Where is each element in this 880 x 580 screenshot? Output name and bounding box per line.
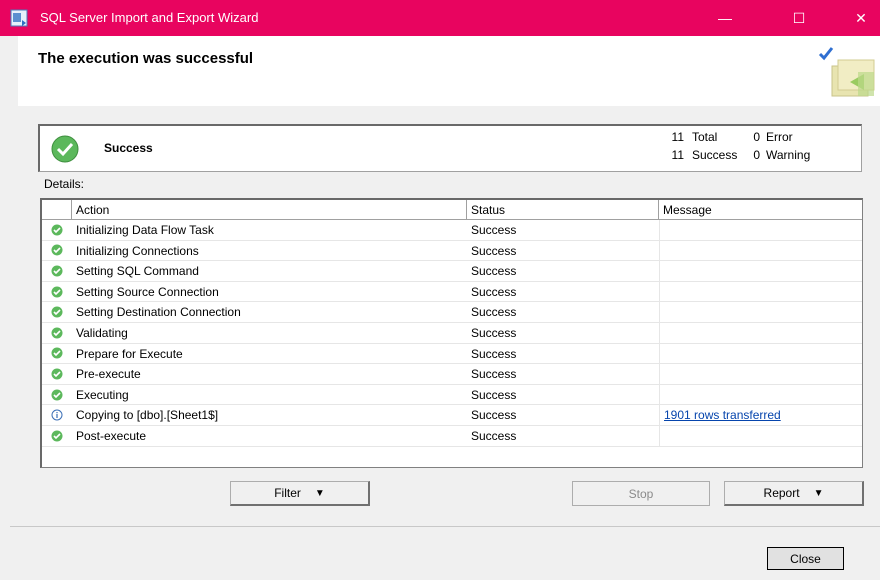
message-cell [659, 302, 859, 322]
success-check-icon [51, 327, 63, 339]
message-column-header[interactable]: Message [659, 200, 859, 219]
title-bar: SQL Server Import and Export Wizard — ☐ … [0, 0, 880, 36]
message-cell [659, 425, 859, 446]
message-cell [659, 384, 859, 405]
success-check-icon [51, 306, 63, 318]
action-cell: Setting Destination Connection [76, 305, 241, 320]
action-cell: Post-execute [76, 428, 147, 443]
details-label: Details: [44, 177, 85, 191]
dropdown-arrow-icon: ▼ [314, 487, 325, 499]
message-cell [659, 281, 859, 302]
status-cell: Success [471, 387, 517, 402]
table-row[interactable]: Pre-execute Success [42, 364, 862, 385]
warning-label: Warning [766, 148, 811, 162]
grid-header: Action Status Message [42, 200, 862, 220]
action-cell: Initializing Connections [76, 243, 199, 258]
error-label: Error [766, 130, 793, 144]
table-row[interactable]: Setting Destination Connection Success [42, 302, 862, 323]
summary-panel: Success 11 Total 0 Error 11 Success 0 Wa… [38, 124, 862, 172]
status-cell: Success [471, 367, 517, 382]
action-cell: Prepare for Execute [76, 346, 183, 361]
status-cell: Success [471, 284, 517, 299]
status-cell: Success [471, 325, 517, 340]
total-count: 11 [671, 130, 684, 144]
status-column-header[interactable]: Status [467, 200, 659, 219]
action-cell: Executing [76, 387, 129, 402]
status-cell: Success [471, 346, 517, 361]
action-cell: Validating [76, 325, 128, 340]
success-check-icon [51, 368, 63, 380]
message-cell [659, 240, 859, 261]
summary-status: Success [104, 141, 153, 155]
message-cell [659, 261, 859, 281]
wizard-header: The execution was successful [18, 36, 880, 106]
status-cell: Success [471, 223, 517, 237]
app-icon [10, 9, 28, 27]
message-cell [659, 322, 859, 343]
message-cell [659, 343, 859, 364]
icon-column-header[interactable] [42, 200, 72, 219]
info-icon [51, 409, 63, 421]
action-cell: Initializing Data Flow Task [76, 223, 214, 237]
success-check-icon [51, 265, 63, 277]
action-cell: Setting Source Connection [76, 284, 219, 299]
success-check-icon [51, 244, 63, 256]
action-cell: Setting SQL Command [76, 264, 199, 279]
result-counts: 11 Total 0 Error 11 Success 0 Warning [668, 128, 811, 164]
success-check-icon [51, 347, 63, 359]
table-row[interactable]: Post-execute Success [42, 425, 862, 447]
report-button[interactable]: Report ▼ [724, 481, 864, 506]
close-label: Close [790, 551, 821, 566]
report-label: Report [763, 486, 800, 500]
table-row[interactable]: Setting Source Connection Success [42, 281, 862, 303]
message-cell [659, 364, 859, 384]
success-check-icon [51, 135, 79, 163]
wizard-graphic-icon [818, 47, 875, 97]
table-row[interactable]: Executing Success [42, 384, 862, 406]
status-cell: Success [471, 305, 517, 320]
filter-label: Filter [274, 486, 301, 500]
details-grid: Action Status Message Initializing Data … [40, 198, 863, 468]
table-row[interactable]: Validating Success [42, 322, 862, 344]
success-check-icon [51, 224, 63, 236]
action-column-header[interactable]: Action [72, 200, 467, 219]
table-row[interactable]: Copying to [dbo].[Sheet1$] Success 1901 … [42, 405, 862, 426]
error-count: 0 [753, 130, 760, 144]
footer-divider [10, 526, 880, 527]
status-cell: Success [471, 264, 517, 279]
success-label: Success [692, 148, 738, 162]
dropdown-arrow-icon: ▼ [813, 487, 824, 499]
message-cell: 1901 rows transferred [659, 405, 859, 425]
filter-button[interactable]: Filter ▼ [230, 481, 370, 506]
status-cell: Success [471, 243, 517, 258]
total-label: Total [692, 130, 718, 144]
success-check-icon [51, 430, 63, 442]
success-check-icon [51, 286, 63, 298]
status-cell: Success [471, 428, 517, 443]
window-title: SQL Server Import and Export Wizard [40, 10, 259, 25]
close-window-button[interactable]: ✕ [838, 0, 880, 36]
rows-transferred-link[interactable]: 1901 rows transferred [664, 408, 781, 422]
success-count: 11 [671, 148, 684, 162]
maximize-button[interactable]: ☐ [776, 0, 822, 36]
warning-count: 0 [753, 148, 760, 162]
stop-label: Stop [628, 486, 654, 501]
table-row[interactable]: Initializing Connections Success [42, 240, 862, 262]
action-cell: Copying to [dbo].[Sheet1$] [76, 408, 219, 423]
table-row[interactable]: Prepare for Execute Success [42, 343, 862, 365]
stop-button[interactable]: Stop [572, 481, 710, 506]
status-cell: Success [471, 408, 517, 423]
close-button[interactable]: Close [767, 547, 844, 570]
success-check-icon [51, 389, 63, 401]
table-row[interactable]: Setting SQL Command Success [42, 261, 862, 282]
message-cell [659, 220, 859, 240]
action-cell: Pre-execute [76, 367, 141, 382]
minimize-button[interactable]: — [702, 0, 748, 36]
page-title: The execution was successful [38, 50, 254, 67]
table-row[interactable]: Initializing Data Flow Task Success [42, 220, 862, 241]
